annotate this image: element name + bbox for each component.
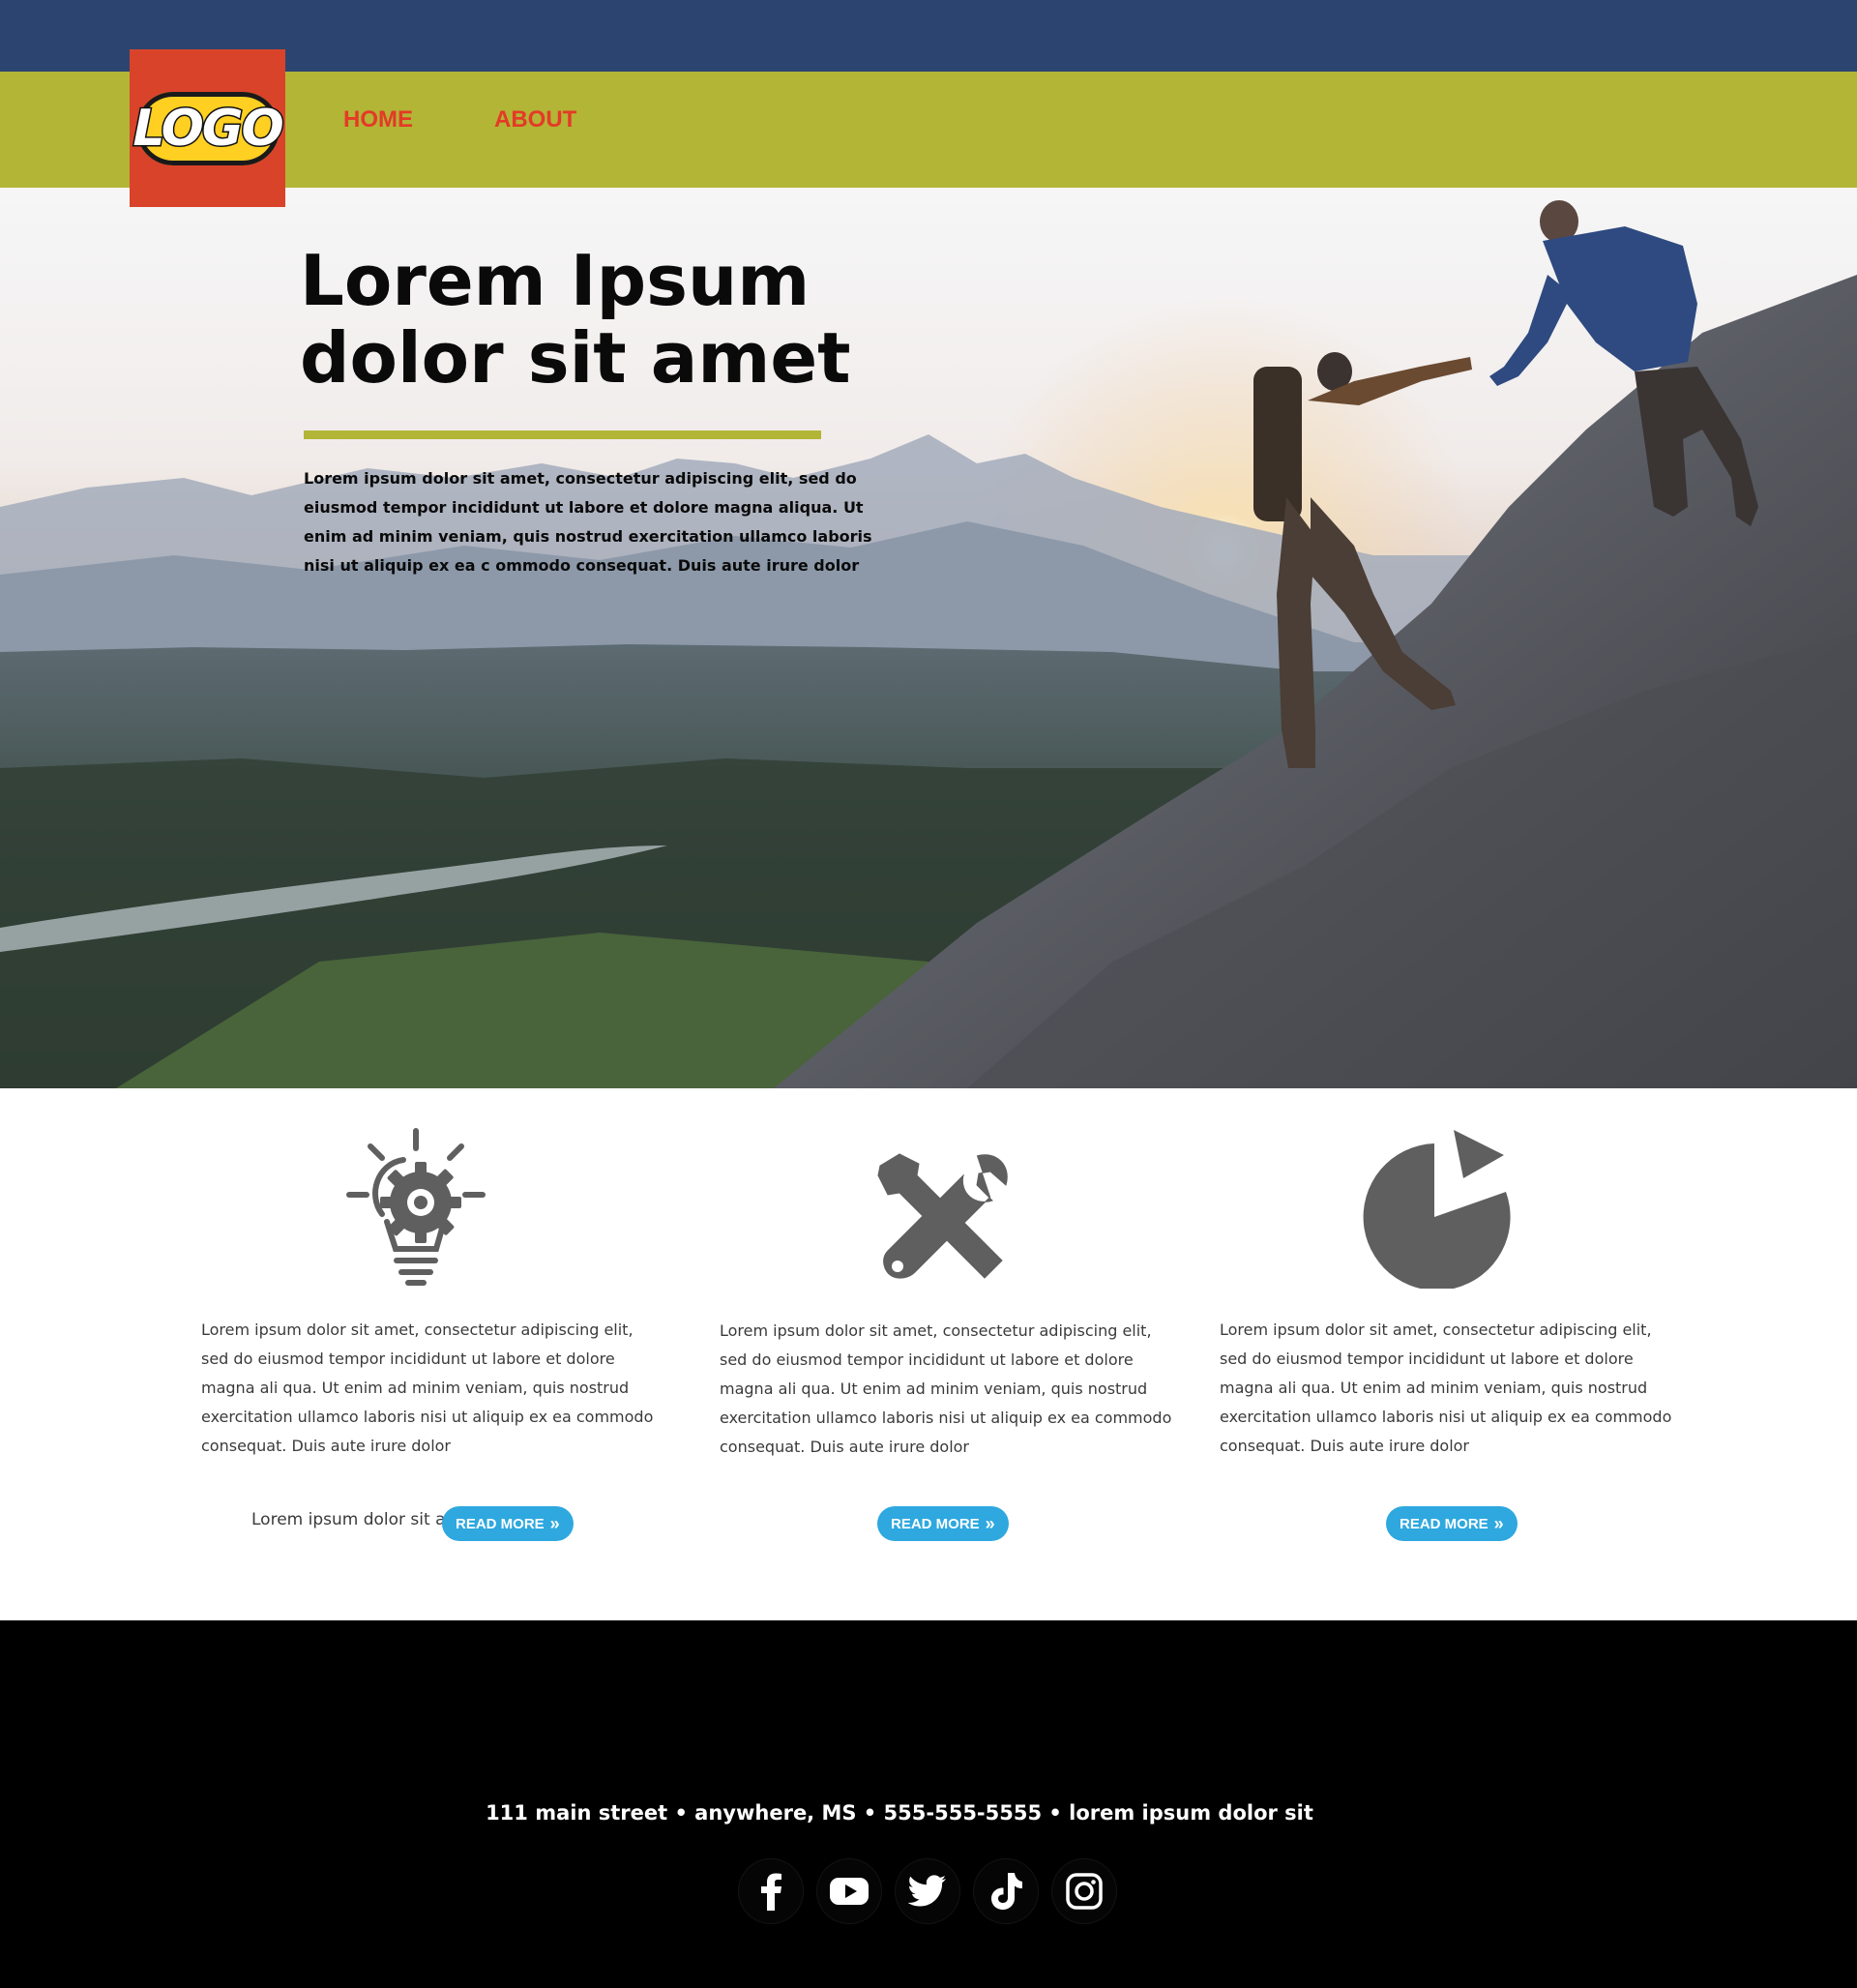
instagram-icon: [1066, 1873, 1103, 1910]
hero-accent-rule: [304, 430, 821, 439]
logo[interactable]: LOGO: [130, 49, 285, 207]
nav-about-link[interactable]: ABOUT: [494, 106, 576, 134]
wrench-screwdriver-icon: [877, 1153, 1008, 1279]
chevrons-right-icon: »: [1493, 1514, 1504, 1533]
pie-chart-icon: [1363, 1130, 1511, 1289]
hero-text: Lorem ipsum dolor sit amet, consectetur …: [304, 469, 872, 575]
feature-side-text: Lorem ipsum dolor sit a: [251, 1510, 446, 1529]
chevrons-right-icon: »: [549, 1514, 560, 1533]
youtube-icon: [830, 1878, 869, 1905]
footer-address: 111 main street • anywhere, MS • 555-555…: [486, 1801, 1313, 1825]
hero-image: [0, 188, 1857, 1088]
read-more-button-1[interactable]: READ MORE »: [442, 1506, 574, 1541]
facebook-link[interactable]: [739, 1859, 803, 1923]
tiktok-icon: [991, 1873, 1022, 1910]
feature-text-2: Lorem ipsum dolor sit amet, consectetur …: [720, 1321, 1172, 1456]
tiktok-link[interactable]: [974, 1859, 1038, 1923]
read-more-button-2[interactable]: READ MORE »: [877, 1506, 1009, 1541]
logo-badge: LOGO: [132, 91, 285, 165]
logo-text: LOGO: [132, 98, 285, 159]
instagram-link[interactable]: [1052, 1859, 1116, 1923]
lightbulb-gear-icon: [346, 1128, 486, 1286]
youtube-link[interactable]: [817, 1859, 881, 1923]
read-more-label: READ MORE: [456, 1515, 545, 1532]
chevrons-right-icon: »: [985, 1514, 995, 1533]
read-more-label: READ MORE: [891, 1515, 980, 1532]
read-more-button-3[interactable]: READ MORE »: [1386, 1506, 1518, 1541]
hero-title: Lorem Ipsum dolor sit amet: [300, 240, 851, 399]
read-more-label: READ MORE: [1400, 1515, 1489, 1532]
nav-home-link[interactable]: HOME: [343, 106, 413, 134]
twitter-icon: [908, 1875, 946, 1907]
hero-banner: [0, 188, 1857, 1088]
feature-text-1: Lorem ipsum dolor sit amet, consectetur …: [201, 1320, 654, 1455]
twitter-link[interactable]: [896, 1859, 959, 1923]
feature-text-3: Lorem ipsum dolor sit amet, consectetur …: [1220, 1320, 1672, 1455]
facebook-icon: [761, 1873, 781, 1911]
